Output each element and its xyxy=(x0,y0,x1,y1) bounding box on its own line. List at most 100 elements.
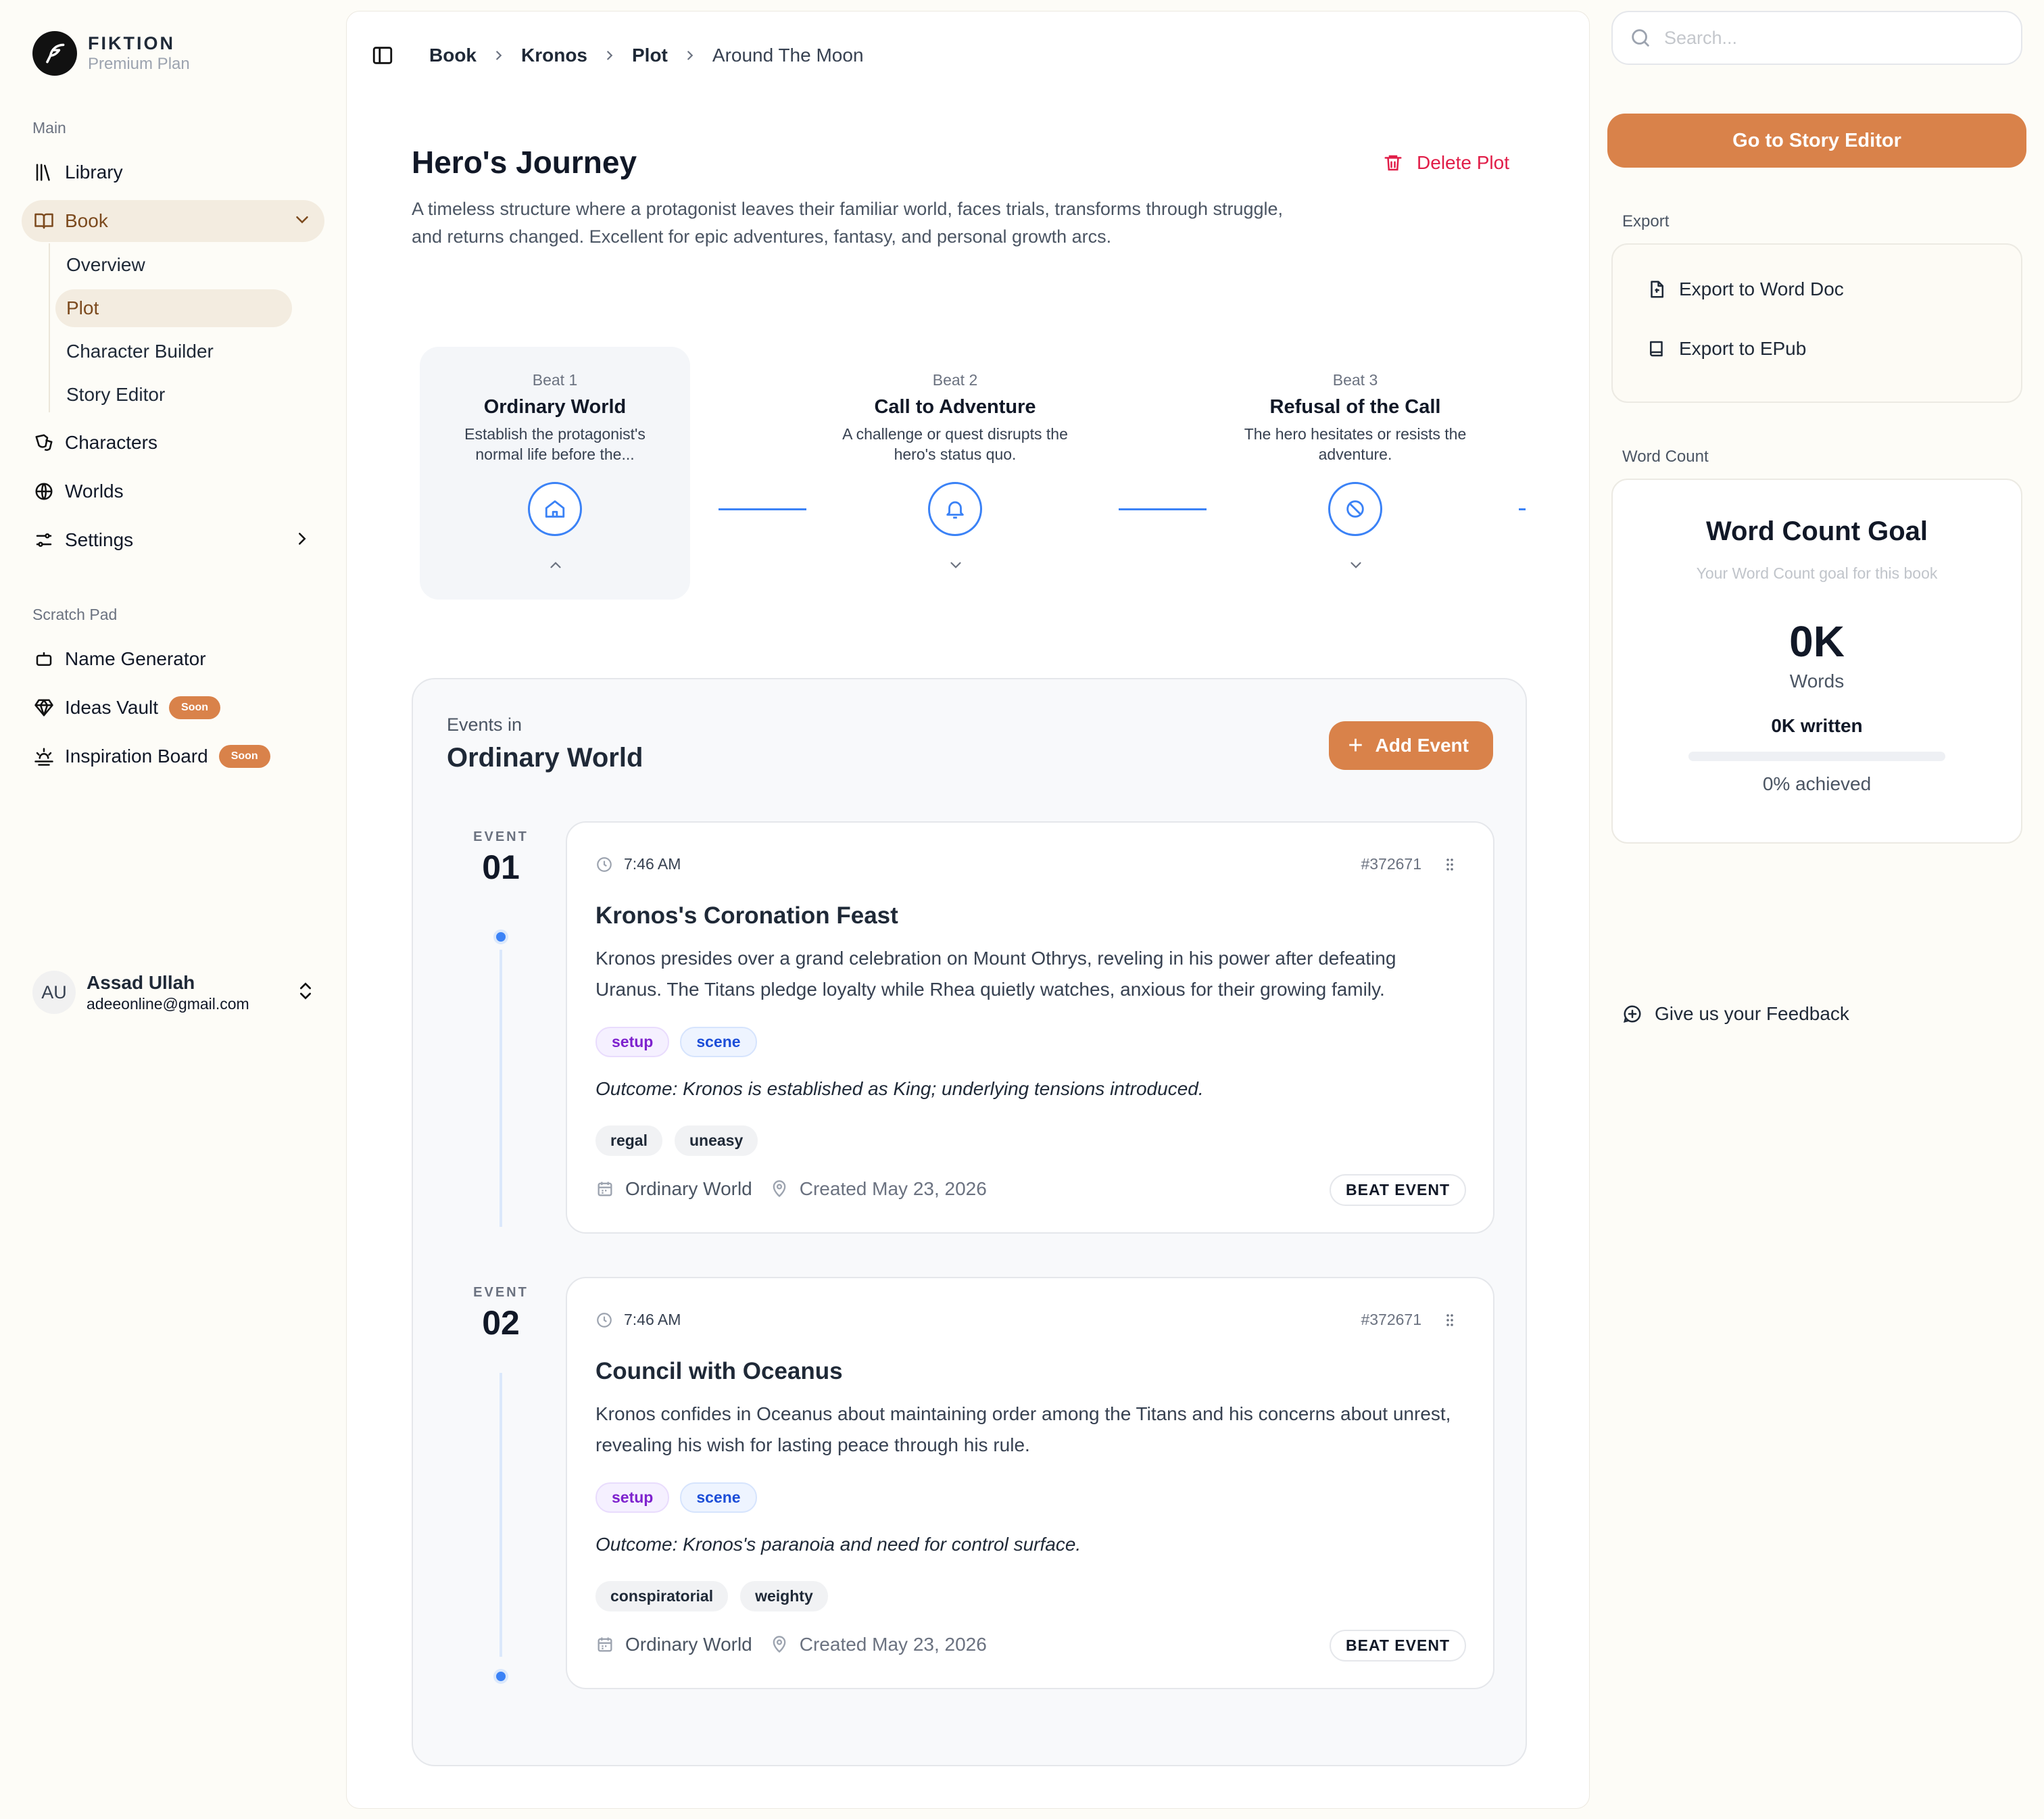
timeline-line xyxy=(500,1373,502,1657)
main-panel: Book Kronos Plot Around The Moon Hero's … xyxy=(346,11,1590,1809)
drag-handle-icon[interactable] xyxy=(1442,856,1458,873)
beat-card-2[interactable]: Beat 2 Call to Adventure A challenge or … xyxy=(820,347,1090,600)
delete-plot-button[interactable]: Delete Plot xyxy=(1383,152,1509,174)
breadcrumb-kronos[interactable]: Kronos xyxy=(521,45,587,66)
sliders-icon xyxy=(32,529,55,552)
word-count-subtitle: Your Word Count goal for this book xyxy=(1696,564,1938,582)
sidebar-item-inspiration-board[interactable]: Inspiration Board Soon xyxy=(22,735,324,777)
word-count-title: Word Count Goal xyxy=(1705,516,1928,546)
clock-icon xyxy=(595,856,624,873)
avatar: AU xyxy=(32,971,76,1014)
beat-card-1[interactable]: Beat 1 Ordinary World Establish the prot… xyxy=(420,347,690,600)
clock-icon xyxy=(595,1311,624,1329)
tag-setup: setup xyxy=(595,1027,670,1057)
event-moods: conspiratorial weighty xyxy=(595,1581,828,1611)
sidebar-item-name-generator[interactable]: Name Generator xyxy=(22,638,324,680)
brand[interactable]: FIKTION Premium Plan xyxy=(32,31,190,76)
file-doc-icon xyxy=(1647,279,1679,299)
mood-chip: conspiratorial xyxy=(595,1581,729,1611)
event-moods: regal uneasy xyxy=(595,1125,758,1156)
chevron-up-icon[interactable] xyxy=(547,556,564,574)
export-epub-label: Export to EPub xyxy=(1679,338,1807,359)
timeline-line xyxy=(500,950,502,1227)
export-word-label: Export to Word Doc xyxy=(1679,278,1844,299)
sidebar-subitem-story-editor[interactable]: Story Editor xyxy=(55,376,292,414)
beat-card-3[interactable]: Beat 3 Refusal of the Call The hero hesi… xyxy=(1220,347,1490,600)
event-card[interactable]: 7:46 AM #372671 Kronos's Coronation Feas… xyxy=(566,821,1494,1234)
sidebar-toggle-icon[interactable] xyxy=(371,44,394,67)
trash-icon xyxy=(1383,153,1417,173)
sidebar-item-book[interactable]: Book xyxy=(22,200,324,242)
plus-icon: + xyxy=(1348,731,1363,760)
drag-handle-icon[interactable] xyxy=(1442,1312,1458,1328)
chevron-right-icon xyxy=(602,48,617,63)
event-index: EVENT 02 xyxy=(454,1285,548,1342)
user-name: Assad Ullah xyxy=(87,972,195,993)
chevron-down-icon[interactable] xyxy=(1347,556,1365,574)
sidebar-item-settings[interactable]: Settings xyxy=(22,519,324,561)
add-event-button[interactable]: + Add Event xyxy=(1329,721,1493,770)
sidebar-subitem-plot[interactable]: Plot xyxy=(55,289,292,327)
event-beat: Ordinary World xyxy=(625,1178,752,1199)
sidebar-item-label: Library xyxy=(65,162,123,183)
beat-connector xyxy=(1519,508,1526,510)
export-epub-button[interactable]: Export to EPub xyxy=(1647,338,1806,360)
sidebar-item-worlds[interactable]: Worlds xyxy=(22,470,324,512)
beat-number: Beat 3 xyxy=(1332,371,1378,389)
home-icon xyxy=(528,482,582,536)
sidebar-item-label: Name Generator xyxy=(65,648,206,669)
export-card: Export to Word Doc Export to EPub xyxy=(1611,243,2022,403)
globe-icon xyxy=(32,480,55,503)
word-count-progress-bar xyxy=(1688,752,1945,761)
mood-chip: regal xyxy=(595,1125,662,1156)
add-event-label: Add Event xyxy=(1375,735,1469,756)
events-panel: Events in Ordinary World + Add Event EVE… xyxy=(412,678,1527,1766)
feedback-link[interactable]: Give us your Feedback xyxy=(1622,1003,1849,1025)
timeline-dot xyxy=(493,929,508,944)
sidebar-item-label: Book xyxy=(65,210,108,231)
chevron-right-icon xyxy=(292,529,312,549)
beat-event-badge: BEAT EVENT xyxy=(1330,1630,1466,1662)
chevron-down-icon[interactable] xyxy=(947,556,965,574)
sidebar-item-ideas-vault[interactable]: Ideas Vault Soon xyxy=(22,687,324,729)
beats-timeline: Beat 1 Ordinary World Establish the prot… xyxy=(420,336,1528,600)
breadcrumb-plot[interactable]: Plot xyxy=(632,45,668,66)
chevron-down-icon xyxy=(292,210,312,230)
sidebar-item-library[interactable]: Library xyxy=(22,151,324,193)
breadcrumb-book[interactable]: Book xyxy=(429,45,477,66)
section-label-scratch: Scratch Pad xyxy=(32,606,118,623)
event-created: Created May 23, 2026 xyxy=(799,1178,987,1199)
breadcrumb-current: Around The Moon xyxy=(712,45,864,66)
brand-name: FIKTION xyxy=(88,33,175,53)
beat-description: A challenge or quest disrupts the hero's… xyxy=(842,425,1068,463)
sidebar: FIKTION Premium Plan Main Library Book O… xyxy=(0,0,338,1819)
map-pin-icon xyxy=(770,1635,800,1654)
calendar-icon xyxy=(595,1180,625,1198)
beat-number: Beat 2 xyxy=(932,371,978,389)
word-count-percent: 0% achieved xyxy=(1762,773,1872,794)
feedback-label: Give us your Feedback xyxy=(1655,1003,1849,1024)
event-tags: setup scene xyxy=(595,1482,757,1513)
calendar-icon xyxy=(595,1635,625,1654)
brand-plan: Premium Plan xyxy=(88,55,190,73)
search-input[interactable] xyxy=(1664,27,2002,49)
sidebar-item-label: Worlds xyxy=(65,481,124,502)
event-id: #372671 xyxy=(1361,1311,1421,1328)
map-pin-icon xyxy=(770,1180,800,1198)
message-plus-icon xyxy=(1622,1004,1655,1024)
sidebar-subitem-character-builder[interactable]: Character Builder xyxy=(55,333,292,370)
export-word-button[interactable]: Export to Word Doc xyxy=(1647,278,1844,300)
event-card[interactable]: 7:46 AM #372671 Council with Oceanus Kro… xyxy=(566,1277,1494,1689)
quill-logo-icon xyxy=(32,31,77,76)
chevrons-up-down-icon[interactable] xyxy=(295,980,316,1002)
export-section-label: Export xyxy=(1622,212,1670,231)
breadcrumb: Book Kronos Plot Around The Moon xyxy=(371,44,864,67)
go-to-story-editor-button[interactable]: Go to Story Editor xyxy=(1607,114,2026,168)
user-profile[interactable]: AU Assad Ullah adeeonline@gmail.com xyxy=(32,971,316,1014)
sidebar-subitem-overview[interactable]: Overview xyxy=(55,246,292,284)
sidebar-item-characters[interactable]: Characters xyxy=(22,422,324,464)
word-count-card: Word Count Goal Your Word Count goal for… xyxy=(1611,479,2022,844)
chevron-right-icon xyxy=(683,48,698,63)
event-time: 7:46 AM xyxy=(595,855,681,873)
word-count-number: 0K xyxy=(1789,617,1845,666)
